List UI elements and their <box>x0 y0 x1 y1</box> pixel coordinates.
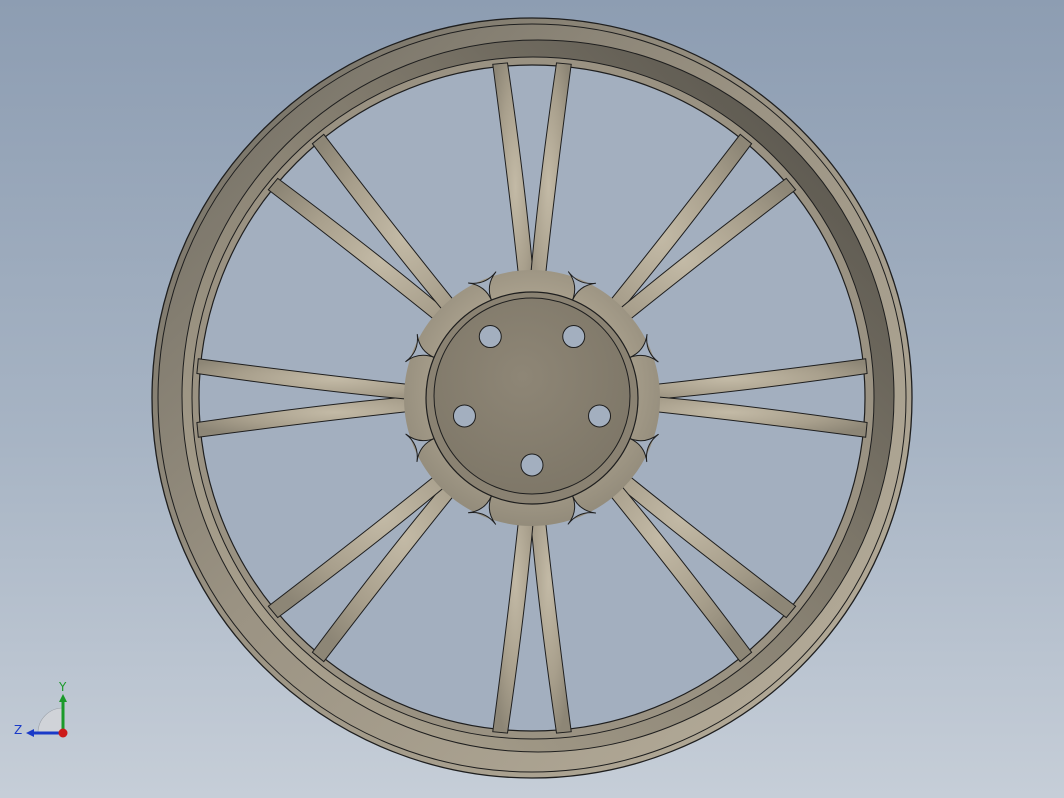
lug-hole <box>478 325 502 349</box>
z-axis-arrowhead <box>26 729 34 737</box>
lug-hole <box>588 404 612 428</box>
lug-hole <box>452 404 476 428</box>
lug-hole <box>520 453 544 477</box>
lug-hole <box>562 325 586 349</box>
graphics-viewport[interactable]: Y Z <box>0 0 1064 798</box>
coordinate-triad: Y Z <box>10 678 80 748</box>
y-axis-label: Y <box>58 680 67 694</box>
triad-sector <box>37 707 64 734</box>
y-axis-arrowhead <box>59 694 67 702</box>
wheel-model[interactable] <box>0 0 1064 798</box>
x-axis-dot <box>58 728 68 738</box>
z-axis-label: Z <box>14 723 22 737</box>
